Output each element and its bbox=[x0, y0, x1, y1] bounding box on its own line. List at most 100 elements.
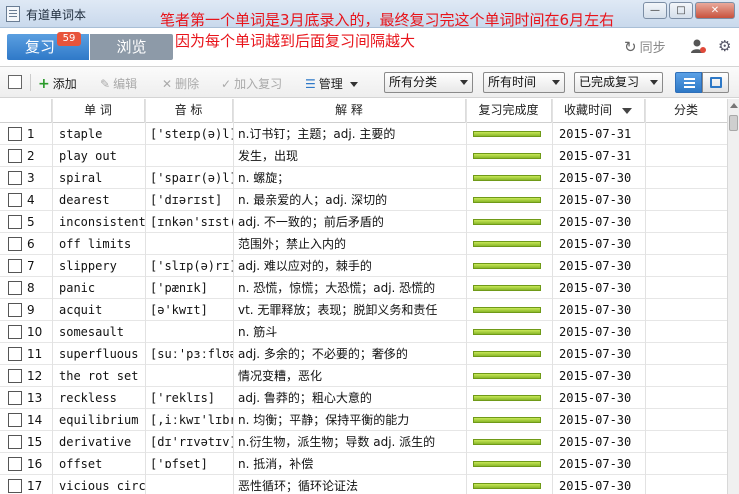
row-number: 17 bbox=[27, 479, 43, 493]
word-cell: spiral bbox=[59, 171, 103, 185]
delete-button[interactable]: ✕ 删除 bbox=[162, 75, 199, 92]
meaning-cell: 情况变糟，恶化 bbox=[238, 369, 323, 383]
word-cell: offset bbox=[59, 457, 103, 471]
word-table-body: 1 staple ['steɪp(ə)l] n.订书钉；主题；adj. 主要的 2015… bbox=[0, 123, 727, 494]
scroll-up-arrow-icon[interactable] bbox=[730, 103, 738, 108]
phonetic-cell: [dɪ'rɪvətɪv] bbox=[150, 435, 234, 449]
gear-icon[interactable]: ⚙ bbox=[718, 37, 731, 55]
table-row[interactable]: 8 panic ['pænɪk] n. 恐慌，惊慌；大恐慌；adj. 恐慌的 2015-… bbox=[0, 277, 727, 299]
table-row[interactable]: 16 offset ['ɒfset] n. 抵消，补偿 2015-07-30 bbox=[0, 453, 727, 475]
row-checkbox[interactable] bbox=[8, 479, 22, 493]
plus-icon: + bbox=[38, 76, 50, 92]
word-cell: equilibrium bbox=[59, 413, 139, 427]
row-checkbox[interactable] bbox=[8, 303, 22, 317]
check-icon: ✓ bbox=[221, 77, 232, 91]
review-progress-bar bbox=[473, 263, 541, 269]
header-phonetic[interactable]: 音 标 bbox=[145, 99, 233, 123]
table-row[interactable]: 17 vicious circ 恶性循环；循环论证法 2015-07-30 bbox=[0, 475, 727, 494]
word-cell: acquit bbox=[59, 303, 103, 317]
row-number: 8 bbox=[27, 281, 35, 295]
table-row[interactable]: 13 reckless ['reklɪs] adj. 鲁莽的；粗心大意的 2015-07… bbox=[0, 387, 727, 409]
app-notebook-icon bbox=[6, 6, 20, 22]
row-checkbox[interactable] bbox=[8, 369, 22, 383]
row-checkbox[interactable] bbox=[8, 391, 22, 405]
header-word[interactable]: 单 词 bbox=[52, 99, 145, 123]
row-checkbox[interactable] bbox=[8, 127, 22, 141]
date-cell: 2015-07-30 bbox=[559, 171, 632, 185]
table-row[interactable]: 4 dearest ['dɪərɪst] n. 最亲爱的人；adj. 深切的 2015-… bbox=[0, 189, 727, 211]
header-category[interactable]: 分类 bbox=[645, 99, 727, 123]
add-to-review-label: 加入复习 bbox=[234, 77, 283, 91]
manage-dropdown-arrow[interactable] bbox=[350, 76, 358, 90]
word-cell: panic bbox=[59, 281, 96, 295]
meaning-cell: adj. 不一致的；前后矛盾的 bbox=[238, 215, 384, 229]
window-title: 有道单词本 bbox=[26, 8, 87, 22]
row-checkbox[interactable] bbox=[8, 237, 22, 251]
review-progress-bar bbox=[473, 197, 541, 203]
row-checkbox[interactable] bbox=[8, 325, 22, 339]
maximize-button[interactable]: □ bbox=[669, 2, 693, 19]
row-checkbox[interactable] bbox=[8, 193, 22, 207]
chevron-down-icon bbox=[650, 80, 658, 85]
minimize-button[interactable]: — bbox=[643, 2, 667, 19]
header-date[interactable]: 收藏时间 bbox=[552, 99, 645, 123]
close-button[interactable]: ✕ bbox=[695, 2, 735, 19]
status-filter-value: 已完成复习 bbox=[579, 75, 640, 89]
table-row[interactable]: 14 equilibrium [,iːkwɪ'lɪbrɪəm n. 均衡；平静；保持平… bbox=[0, 409, 727, 431]
row-checkbox[interactable] bbox=[8, 149, 22, 163]
row-number: 4 bbox=[27, 193, 35, 207]
add-to-review-button[interactable]: ✓ 加入复习 bbox=[221, 75, 282, 92]
date-cell: 2015-07-30 bbox=[559, 369, 632, 383]
row-number: 7 bbox=[27, 259, 35, 273]
category-filter-select[interactable]: 所有分类 bbox=[384, 72, 473, 93]
column-divider bbox=[233, 99, 234, 494]
row-checkbox[interactable] bbox=[8, 281, 22, 295]
status-filter-select[interactable]: 已完成复习 bbox=[574, 72, 663, 93]
select-all-checkbox[interactable] bbox=[8, 75, 22, 89]
table-row[interactable]: 12 the rot set 情况变糟，恶化 2015-07-30 bbox=[0, 365, 727, 387]
sync-button[interactable]: ↻ 同步 bbox=[624, 37, 666, 56]
table-row[interactable]: 3 spiral ['spaɪr(ə)l] n. 螺旋； 2015-07-30 bbox=[0, 167, 727, 189]
edit-button[interactable]: ✎ 编辑 bbox=[100, 75, 137, 92]
card-view-button[interactable] bbox=[702, 72, 729, 93]
window-controls: — □ ✕ bbox=[643, 2, 735, 19]
row-checkbox[interactable] bbox=[8, 347, 22, 361]
time-filter-select[interactable]: 所有时间 bbox=[483, 72, 565, 93]
phonetic-cell: ['ɒfset] bbox=[150, 457, 208, 471]
manage-button[interactable]: ☰ 管理 bbox=[305, 75, 343, 92]
review-progress-bar bbox=[473, 439, 541, 445]
header-progress[interactable]: 复习完成度 bbox=[466, 99, 552, 123]
header-meaning[interactable]: 解 释 bbox=[233, 99, 466, 123]
manage-label: 管理 bbox=[318, 77, 343, 91]
user-icon[interactable] bbox=[690, 38, 706, 54]
date-cell: 2015-07-30 bbox=[559, 413, 632, 427]
table-row[interactable]: 5 inconsistent [ɪnkən'sɪst(ə) adj. 不一致的；前后矛… bbox=[0, 211, 727, 233]
review-progress-bar bbox=[473, 131, 541, 137]
phonetic-cell: [,iːkwɪ'lɪbrɪəm bbox=[150, 413, 234, 427]
tab-browse[interactable]: 浏览 bbox=[90, 34, 173, 60]
row-checkbox[interactable] bbox=[8, 259, 22, 273]
list-view-button[interactable] bbox=[675, 72, 702, 93]
row-checkbox[interactable] bbox=[8, 215, 22, 229]
vertical-scrollbar[interactable] bbox=[727, 99, 739, 494]
row-checkbox[interactable] bbox=[8, 435, 22, 449]
scrollbar-thumb[interactable] bbox=[729, 115, 738, 131]
review-progress-bar bbox=[473, 307, 541, 313]
phonetic-cell: ['steɪp(ə)l] bbox=[150, 127, 234, 141]
table-row[interactable]: 11 superfluous [suː'pɜːflʊəs] adj. 多余的；不必要的… bbox=[0, 343, 727, 365]
row-checkbox[interactable] bbox=[8, 413, 22, 427]
table-row[interactable]: 6 off limits 范围外；禁止入内的 2015-07-30 bbox=[0, 233, 727, 255]
table-row[interactable]: 10 somesault n. 筋斗 2015-07-30 bbox=[0, 321, 727, 343]
date-cell: 2015-07-30 bbox=[559, 303, 632, 317]
table-row[interactable]: 2 play out 发生，出现 2015-07-31 bbox=[0, 145, 727, 167]
table-row[interactable]: 9 acquit [ə'kwɪt] vt. 无罪释放；表现；脱卸义务和责任 2015-0… bbox=[0, 299, 727, 321]
chevron-down-icon bbox=[552, 80, 560, 85]
row-checkbox[interactable] bbox=[8, 457, 22, 471]
table-row[interactable]: 7 slippery ['slɪp(ə)rɪ] adj. 难以应对的，棘手的 2015-… bbox=[0, 255, 727, 277]
meaning-cell: 恶性循环；循环论证法 bbox=[238, 479, 359, 493]
row-checkbox[interactable] bbox=[8, 171, 22, 185]
table-row[interactable]: 15 derivative [dɪ'rɪvətɪv] n.衍生物，派生物；导数 adj… bbox=[0, 431, 727, 453]
row-number: 5 bbox=[27, 215, 35, 229]
add-button[interactable]: + 添加 bbox=[38, 75, 77, 92]
table-row[interactable]: 1 staple ['steɪp(ə)l] n.订书钉；主题；adj. 主要的 2015… bbox=[0, 123, 727, 145]
